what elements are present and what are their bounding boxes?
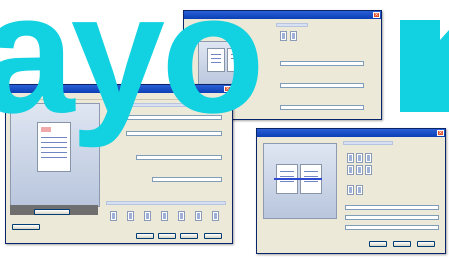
apply-button[interactable] [180,233,198,239]
back-field-1[interactable] [280,61,364,66]
layout-icon[interactable] [290,31,297,41]
layout-icon[interactable] [127,211,134,221]
layout-icon[interactable] [356,153,363,163]
ok-button[interactable] [369,241,387,247]
main-field-1[interactable] [126,115,222,120]
layout-icon[interactable] [356,165,363,175]
cancel-button[interactable] [393,241,411,247]
layout-icon[interactable] [365,153,372,163]
help-button[interactable] [417,241,435,247]
main-field-4[interactable] [152,177,222,182]
main-preview-pane [10,103,100,207]
back-field-2[interactable] [280,83,364,88]
main-field-2[interactable] [126,131,222,136]
right-group-header [343,141,393,145]
layout-group-header [106,201,226,205]
layout-icon[interactable] [195,211,202,221]
main-dialog-titlebar: × [6,85,232,93]
page-preview-icon [207,48,225,72]
main-menubar [6,93,232,100]
right-field-1[interactable] [345,205,439,210]
layout-icon[interactable] [356,185,363,195]
back-preview-pane [198,41,250,87]
arrow-icon [274,178,322,180]
page-preview-icon [37,122,71,172]
back-tab-1[interactable] [196,23,228,27]
main-group-header [106,103,226,107]
back-dialog-titlebar: × [184,11,381,19]
right-field-2[interactable] [345,215,439,220]
layout-icon[interactable] [178,211,185,221]
layout-icon[interactable] [347,165,354,175]
right-field-3[interactable] [345,225,439,230]
help-button[interactable] [204,233,222,239]
layout-icon[interactable] [110,211,117,221]
layout-icon[interactable] [365,165,372,175]
layout-icon[interactable] [280,31,287,41]
main-dialog: × [5,84,233,244]
secondary-button[interactable] [12,224,40,230]
back-tab-2[interactable] [276,23,308,27]
ok-button[interactable] [136,233,154,239]
layout-icon[interactable] [347,153,354,163]
right-dialog-titlebar: × [257,129,445,137]
right-dialog: × [256,128,446,254]
page-preview-icon [227,48,245,72]
main-field-3[interactable] [136,155,222,160]
pen-icon [112,119,116,129]
watermark-partial-letter [400,20,449,112]
close-icon[interactable]: × [437,130,444,136]
close-icon[interactable]: × [373,12,380,18]
back-field-3[interactable] [280,105,364,110]
preview-button[interactable] [34,209,70,215]
layout-icon[interactable] [212,211,219,221]
layout-icon[interactable] [144,211,151,221]
layout-icon[interactable] [347,185,354,195]
close-icon[interactable]: × [224,86,231,92]
layout-icon[interactable] [161,211,168,221]
right-preview-pane [263,143,337,219]
cancel-button[interactable] [158,233,176,239]
